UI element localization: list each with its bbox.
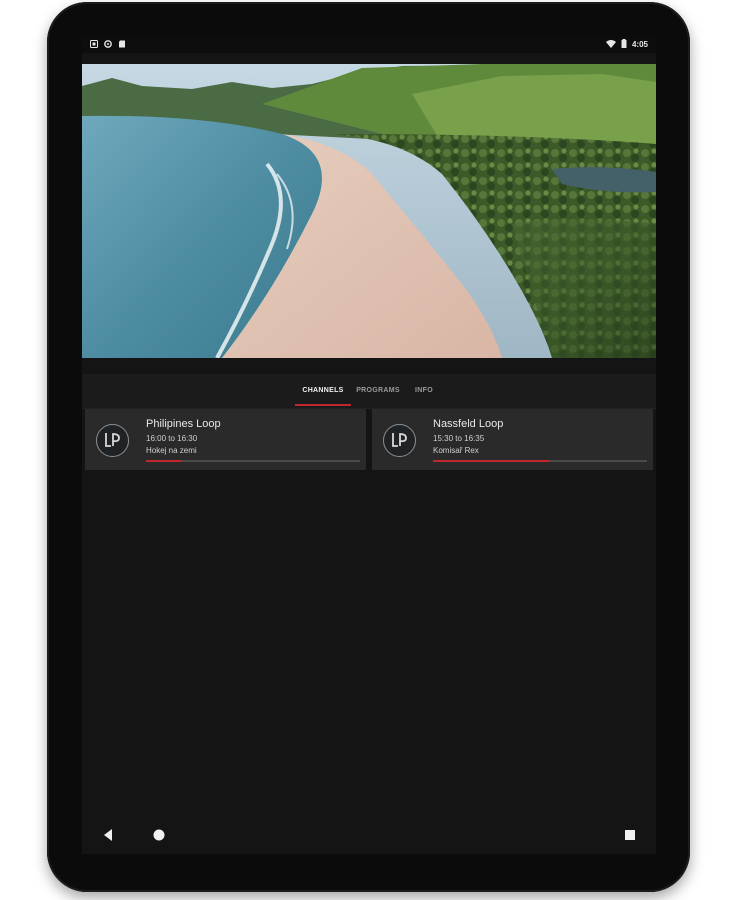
recents-icon[interactable]: [624, 828, 636, 847]
channel-card-nassfeld[interactable]: Nassfeld Loop 15:30 to 16:35 Komisař Rex: [372, 409, 653, 470]
channel-time: 15:30 to 16:35: [433, 434, 485, 443]
channel-card-philipines[interactable]: Philipines Loop 16:00 to 16:30 Hokej na …: [85, 409, 366, 470]
sd-card-icon: [118, 40, 126, 48]
beach-video-frame: [82, 64, 656, 358]
tab-channels[interactable]: CHANNELS: [295, 374, 351, 408]
navigation-bar: [82, 818, 656, 854]
channel-time: 16:00 to 16:30: [146, 434, 198, 443]
tab-programs[interactable]: PROGRAMS: [355, 374, 401, 408]
video-player[interactable]: [82, 64, 656, 358]
channel-title: Philipines Loop: [146, 418, 221, 430]
back-icon[interactable]: [102, 828, 114, 847]
channel-title: Nassfeld Loop: [433, 418, 504, 430]
channel-logo-icon: [96, 424, 129, 457]
progress-bar: [146, 460, 360, 462]
device-screen: 4:05 CHANNELS PROGRAMS INFO Philipines L…: [82, 36, 656, 854]
tab-bar: CHANNELS PROGRAMS INFO: [82, 374, 656, 409]
home-icon[interactable]: [152, 828, 166, 847]
battery-icon: [621, 39, 627, 50]
channel-program: Hokej na zemi: [146, 446, 197, 455]
status-bar: 4:05: [82, 36, 656, 53]
settings-status-icon: [104, 40, 112, 48]
channel-program: Komisař Rex: [433, 446, 479, 455]
progress-bar: [433, 460, 647, 462]
progress-fill: [433, 460, 549, 462]
channel-logo-icon: [383, 424, 416, 457]
tab-info[interactable]: INFO: [411, 374, 437, 408]
notification-icon: [90, 40, 98, 48]
wifi-icon: [605, 39, 616, 50]
progress-fill: [146, 460, 183, 462]
status-time: 4:05: [631, 40, 648, 49]
